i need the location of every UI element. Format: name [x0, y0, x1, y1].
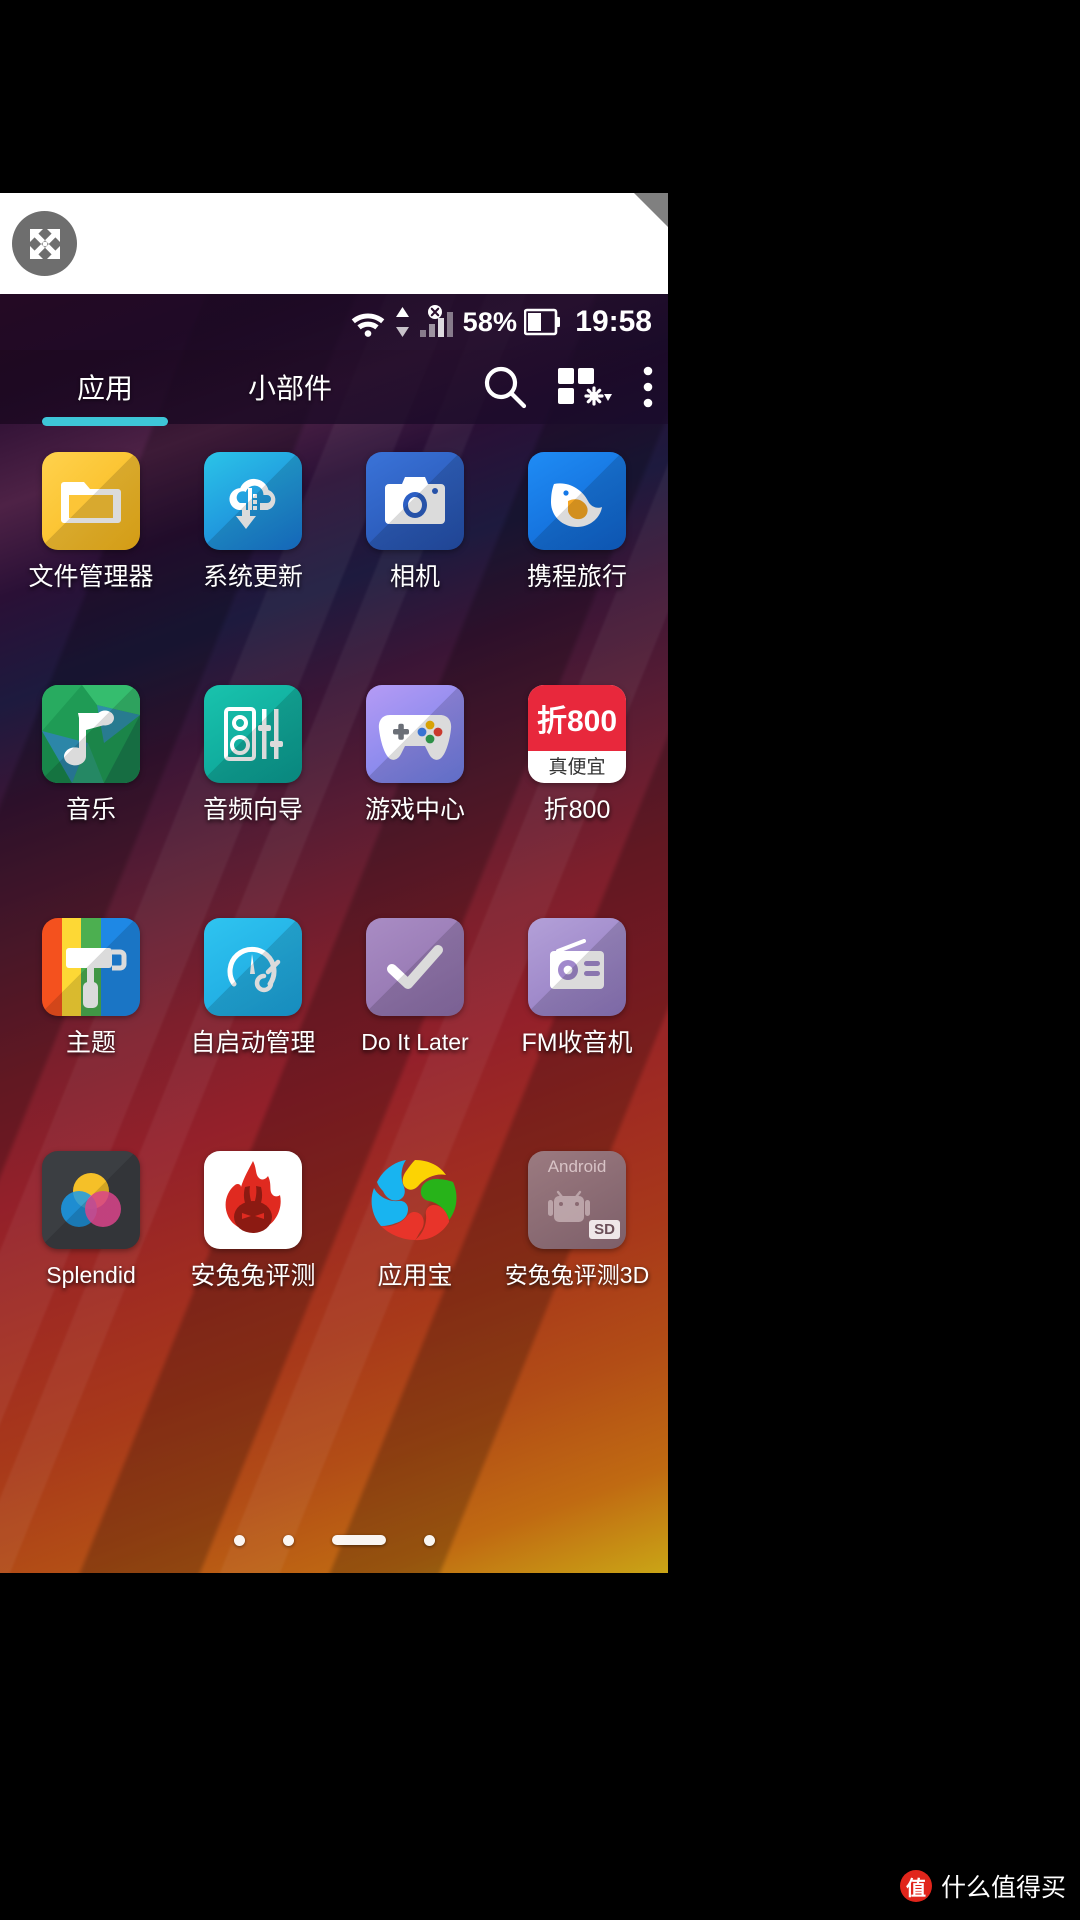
app-item[interactable]: 系统更新: [172, 430, 334, 663]
app-item[interactable]: 音频向导: [172, 663, 334, 896]
antutu-3d-top-label: Android: [547, 1157, 607, 1176]
radio-icon: [528, 918, 626, 1016]
app-label: 安兔兔评测: [190, 1262, 316, 1290]
wifi-icon: [349, 307, 387, 337]
page-fold-corner: [634, 193, 668, 227]
checkmark-icon: [366, 918, 464, 1016]
app-item[interactable]: 折800 真便宜 折800: [496, 663, 658, 896]
page-dot[interactable]: [423, 1534, 435, 1546]
zhe800-subtitle: 真便宜: [548, 757, 606, 778]
audio-wizard-icon: [204, 685, 302, 783]
app-item[interactable]: FM收音机: [496, 896, 658, 1129]
app-item[interactable]: 自启动管理: [172, 896, 334, 1129]
smzdm-logo: 值: [899, 1870, 932, 1902]
color-circles-icon: [42, 1151, 140, 1249]
antutu-3d-sd-badge: SD: [589, 1220, 620, 1239]
app-item[interactable]: 主题: [10, 896, 172, 1129]
tencent-myapp-icon: [366, 1151, 464, 1249]
app-label: 音乐: [65, 796, 116, 824]
antutu-rabbit-icon: [204, 1151, 302, 1249]
tab-apps[interactable]: 应用: [0, 367, 210, 426]
app-item[interactable]: 音乐: [10, 663, 172, 896]
page-indicator: [0, 1520, 668, 1560]
app-item[interactable]: Splendid: [10, 1129, 172, 1362]
phone-screen-capture: 58% 19:58 应用 小部件 文件管理器 系统更新 相机 携程旅行 音乐 音…: [0, 193, 668, 1573]
watermark-text: 什么值得买: [940, 1874, 1066, 1902]
app-label: 游戏中心: [364, 796, 465, 824]
app-item[interactable]: Do It Later: [334, 896, 496, 1129]
zhe800-icon: 折800 真便宜: [528, 685, 626, 783]
app-item[interactable]: Android SD 安兔兔评测3D: [496, 1129, 658, 1362]
tab-apps-label: 应用: [76, 373, 133, 404]
antutu-3d-icon: Android SD: [528, 1151, 626, 1249]
app-label: 自启动管理: [190, 1029, 316, 1057]
app-label: 应用宝: [377, 1262, 453, 1290]
tab-widgets[interactable]: 小部件: [210, 367, 370, 407]
overflow-menu-icon[interactable]: [638, 362, 658, 412]
data-transfer-arrows-icon: [394, 305, 411, 339]
app-label: 文件管理器: [28, 563, 154, 591]
page-dot-active[interactable]: [331, 1535, 386, 1545]
app-label: 携程旅行: [526, 563, 627, 591]
clock-label: 19:58: [575, 305, 652, 338]
status-bar: 58% 19:58: [0, 294, 668, 350]
app-item[interactable]: 应用宝: [334, 1129, 496, 1362]
grid-settings-icon[interactable]: [556, 364, 612, 410]
app-label: 折800: [543, 796, 611, 824]
app-label: 相机: [389, 563, 440, 591]
fullscreen-expand-icon[interactable]: [12, 211, 77, 276]
search-icon[interactable]: [480, 362, 530, 412]
app-label: Splendid: [46, 1262, 136, 1288]
app-label: FM收音机: [521, 1029, 633, 1057]
app-item[interactable]: 携程旅行: [496, 430, 658, 663]
wallpaper: 58% 19:58 应用 小部件 文件管理器 系统更新 相机 携程旅行 音乐 音…: [0, 294, 668, 1573]
app-label: Do It Later: [361, 1029, 469, 1055]
app-grid: 文件管理器 系统更新 相机 携程旅行 音乐 音频向导 游戏中心 折800 真便宜…: [0, 430, 668, 1520]
screenshot-root: 58% 19:58 应用 小部件 文件管理器 系统更新 相机 携程旅行 音乐 音…: [0, 0, 1080, 1920]
cloud-download-icon: [204, 452, 302, 550]
app-item[interactable]: 安兔兔评测: [172, 1129, 334, 1362]
paint-roller-icon: [42, 918, 140, 1016]
auto-start-manager-icon: [204, 918, 302, 1016]
app-label: 主题: [65, 1029, 116, 1057]
tab-bar: 应用 小部件: [0, 350, 668, 426]
camera-icon: [366, 452, 464, 550]
capture-toolbar: [0, 193, 668, 294]
page-dot[interactable]: [233, 1534, 245, 1546]
app-item[interactable]: 游戏中心: [334, 663, 496, 896]
cellular-signal-no-service-icon: [418, 305, 456, 339]
music-note-icon: [42, 685, 140, 783]
tab-active-underline: [42, 417, 168, 426]
app-label: 系统更新: [202, 563, 303, 591]
tab-actions: [480, 350, 658, 424]
battery-icon: [524, 308, 561, 336]
battery-percent-label: 58%: [462, 306, 518, 337]
tab-widgets-label: 小部件: [247, 373, 332, 404]
app-item[interactable]: 文件管理器: [10, 430, 172, 663]
dolphin-icon: [528, 452, 626, 550]
folder-icon: [42, 452, 140, 550]
app-label: 安兔兔评测3D: [504, 1262, 650, 1288]
watermark: 值 什么值得买: [899, 1868, 1066, 1904]
app-item[interactable]: 相机: [334, 430, 496, 663]
gamepad-icon: [366, 685, 464, 783]
app-label: 音频向导: [202, 796, 303, 824]
page-dot[interactable]: [282, 1534, 294, 1546]
zhe800-title: 折800: [536, 705, 618, 738]
